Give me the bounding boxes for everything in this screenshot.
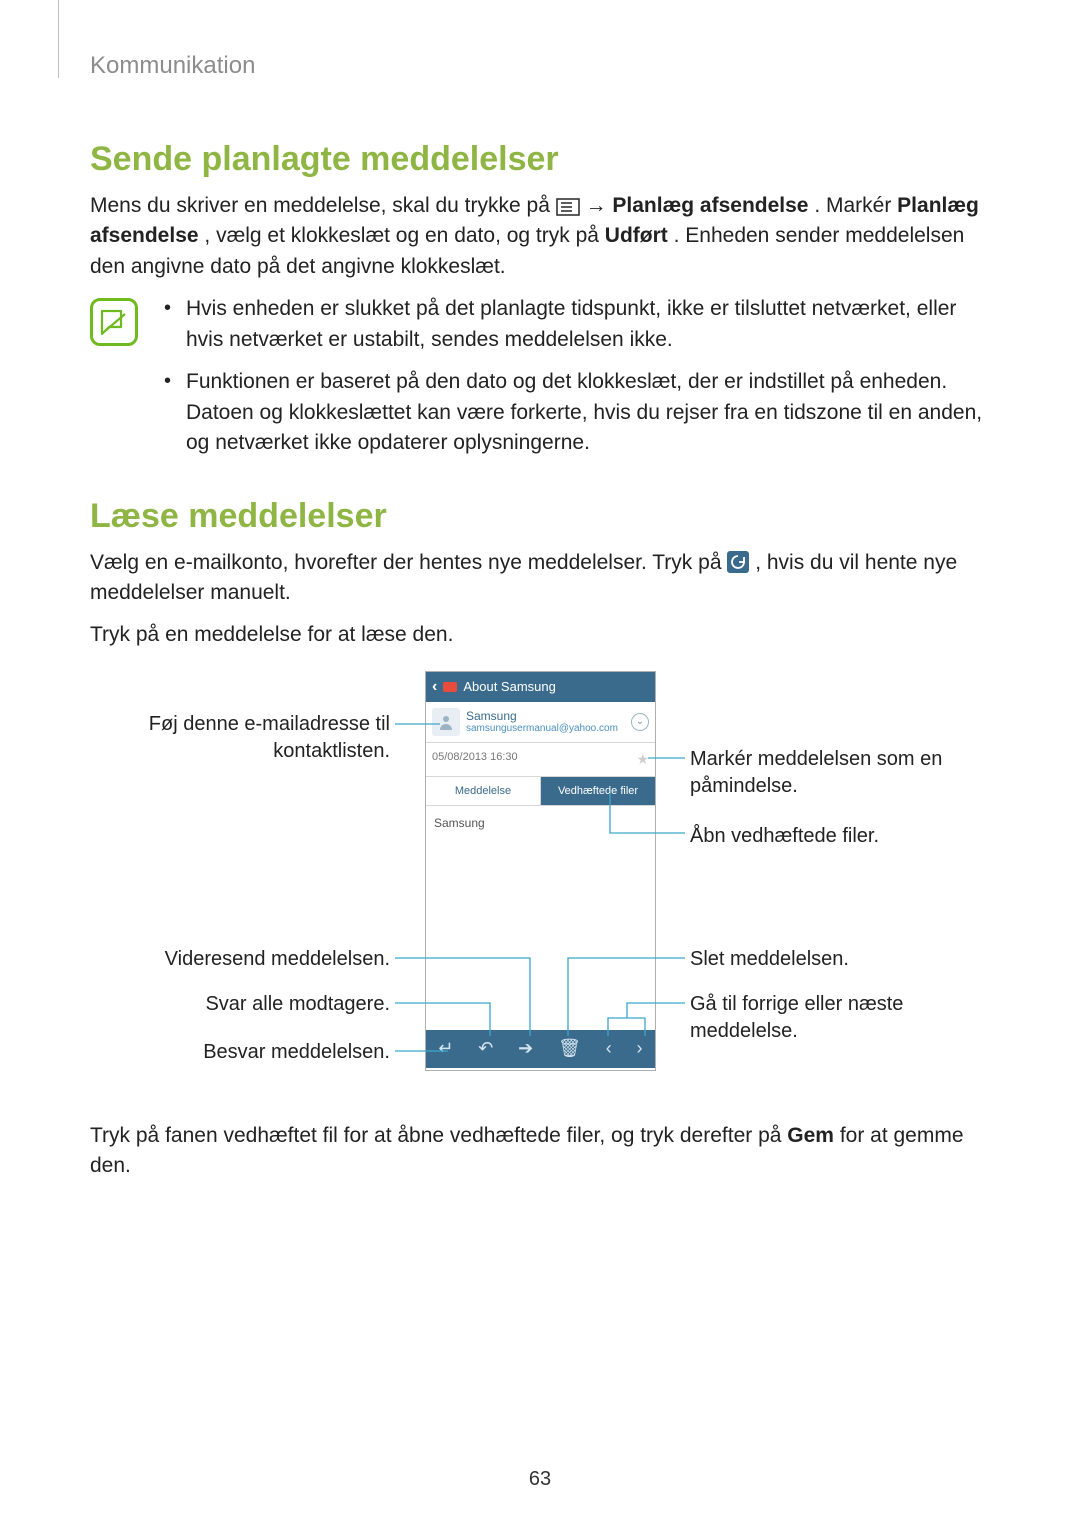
- paragraph-read-messages-1: Vælg en e-mailkonto, hvorefter der hente…: [90, 548, 990, 609]
- tab-attachments[interactable]: Vedhæftede filer: [541, 777, 655, 805]
- callout-open-attach: Åbn vedhæftede filer.: [690, 823, 980, 850]
- menu-icon: [556, 198, 580, 216]
- text-bold: Udført: [605, 224, 668, 247]
- text: →: [586, 194, 613, 217]
- expand-icon[interactable]: ⌄: [631, 713, 649, 731]
- text: Tryk på fanen vedhæftet fil for at åbne …: [90, 1124, 787, 1147]
- sender-row[interactable]: Samsung samsungusermanual@yahoo.com ⌄: [426, 702, 655, 743]
- avatar-icon[interactable]: [432, 708, 460, 736]
- prev-icon[interactable]: ‹: [606, 1038, 612, 1059]
- paragraph-send-scheduled: Mens du skriver en meddelelse, skal du t…: [90, 191, 990, 282]
- reply-icon[interactable]: ↵: [438, 1038, 453, 1059]
- callout-delete: Slet meddelelsen.: [690, 946, 980, 973]
- text: , vælg et klokkeslæt og en dato, og tryk…: [204, 224, 604, 247]
- callout-reply-all: Svar alle modtagere.: [90, 991, 390, 1018]
- datetime-label: 05/08/2013 16:30: [432, 751, 518, 768]
- paragraph-read-messages-2: Tryk på en meddelelse for at læse den.: [90, 620, 990, 650]
- delete-icon[interactable]: 🗑: [558, 1038, 581, 1059]
- message-body: Samsung: [426, 806, 655, 840]
- chapter-title: Kommunikation: [90, 52, 990, 80]
- note-icon: [90, 298, 138, 346]
- reply-all-icon[interactable]: ↶: [478, 1038, 493, 1059]
- forward-icon[interactable]: ➔: [518, 1038, 533, 1059]
- callout-reminder: Markér meddelelsen som en påmindelse.: [690, 746, 980, 800]
- callout-forward: Videresend meddelelsen.: [90, 946, 390, 973]
- text: Vælg en e-mailkonto, hvorefter der hente…: [90, 551, 727, 574]
- mail-icon: [443, 682, 457, 692]
- refresh-icon: [727, 551, 749, 573]
- text: Mens du skriver en meddelelse, skal du t…: [90, 194, 556, 217]
- back-icon[interactable]: ‹: [432, 678, 437, 696]
- callout-add-contact: Føj denne e-mailadresse til kontaktliste…: [90, 711, 390, 765]
- sender-name: Samsung: [466, 709, 625, 723]
- note-item: Funktionen er baseret på den dato og det…: [160, 367, 990, 458]
- text: . Markér: [814, 194, 897, 217]
- email-reader-figure: ‹ About Samsung Samsung samsungusermanua…: [90, 671, 990, 1091]
- meta-row: 05/08/2013 16:30 ★: [426, 743, 655, 777]
- phone-app-bar: ‹ About Samsung: [426, 672, 655, 702]
- tab-message[interactable]: Meddelelse: [426, 777, 541, 805]
- callout-prev-next: Gå til forrige eller næste meddelelse.: [690, 991, 980, 1045]
- section-heading-send-scheduled: Sende planlagte meddelelser: [90, 140, 990, 179]
- callout-reply: Besvar meddelelsen.: [90, 1039, 390, 1066]
- phone-screenshot: ‹ About Samsung Samsung samsungusermanua…: [425, 671, 656, 1071]
- appbar-title: About Samsung: [463, 679, 556, 694]
- text-bold: Planlæg afsendelse: [612, 194, 808, 217]
- star-icon[interactable]: ★: [636, 751, 649, 768]
- text-bold: Gem: [787, 1124, 834, 1147]
- paragraph-attachment-save: Tryk på fanen vedhæftet fil for at åbne …: [90, 1121, 990, 1182]
- phone-bottom-bar: ↵ ↶ ➔ 🗑 ‹ ›: [426, 1030, 655, 1068]
- sender-email: samsungusermanual@yahoo.com: [466, 723, 625, 735]
- section-heading-read-messages: Læse meddelelser: [90, 497, 990, 536]
- note-item: Hvis enheden er slukket på det planlagte…: [160, 294, 990, 355]
- next-icon[interactable]: ›: [637, 1038, 643, 1059]
- page-number: 63: [0, 1468, 1080, 1491]
- page-cut-edge: [58, 0, 59, 78]
- note-block: Hvis enheden er slukket på det planlagte…: [90, 294, 990, 470]
